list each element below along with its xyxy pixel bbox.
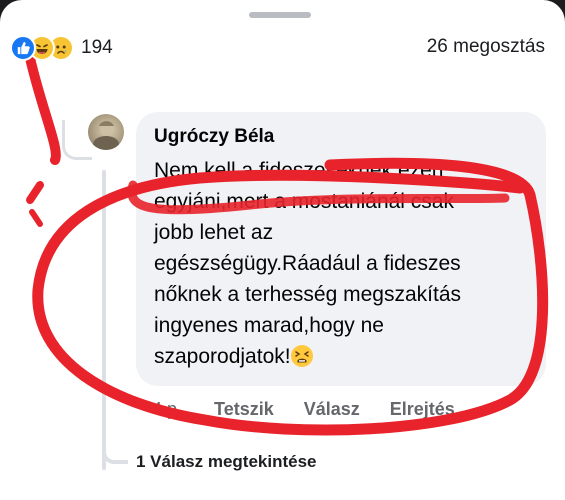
comment-timestamp[interactable]: 4 p. <box>152 399 182 420</box>
comments-sheet: 194 26 megosztás Ugróczy Béla Nem kell a… <box>0 0 565 500</box>
comment-text: Nem kell a fideszeseknek ezen egyjáni,me… <box>154 155 528 372</box>
avatar[interactable] <box>88 114 124 150</box>
replies-connector <box>102 440 128 464</box>
share-count[interactable]: 26 megosztás <box>427 36 545 58</box>
tired-face-emoji <box>290 345 313 367</box>
comment-actions: 4 p. Tetszik Válasz Elrejtés <box>152 399 485 420</box>
reactions-summary[interactable]: 194 <box>10 34 113 62</box>
thread-line <box>102 170 106 470</box>
reply-button[interactable]: Válasz <box>304 399 360 420</box>
reaction-count: 194 <box>81 37 113 58</box>
comment-body: Nem kell a fideszeseknek ezen egyjáni,me… <box>154 159 462 368</box>
drag-handle[interactable] <box>249 12 311 18</box>
comment-bubble[interactable]: Ugróczy Béla Nem kell a fideszeseknek ez… <box>136 112 546 386</box>
like-button[interactable]: Tetszik <box>214 399 274 420</box>
like-icon <box>10 35 36 61</box>
thread-connector <box>62 120 92 160</box>
hide-button[interactable]: Elrejtés <box>390 399 455 420</box>
comment-author[interactable]: Ugróczy Béla <box>154 124 528 150</box>
view-replies-link[interactable]: 1 Válasz megtekintése <box>136 452 316 472</box>
